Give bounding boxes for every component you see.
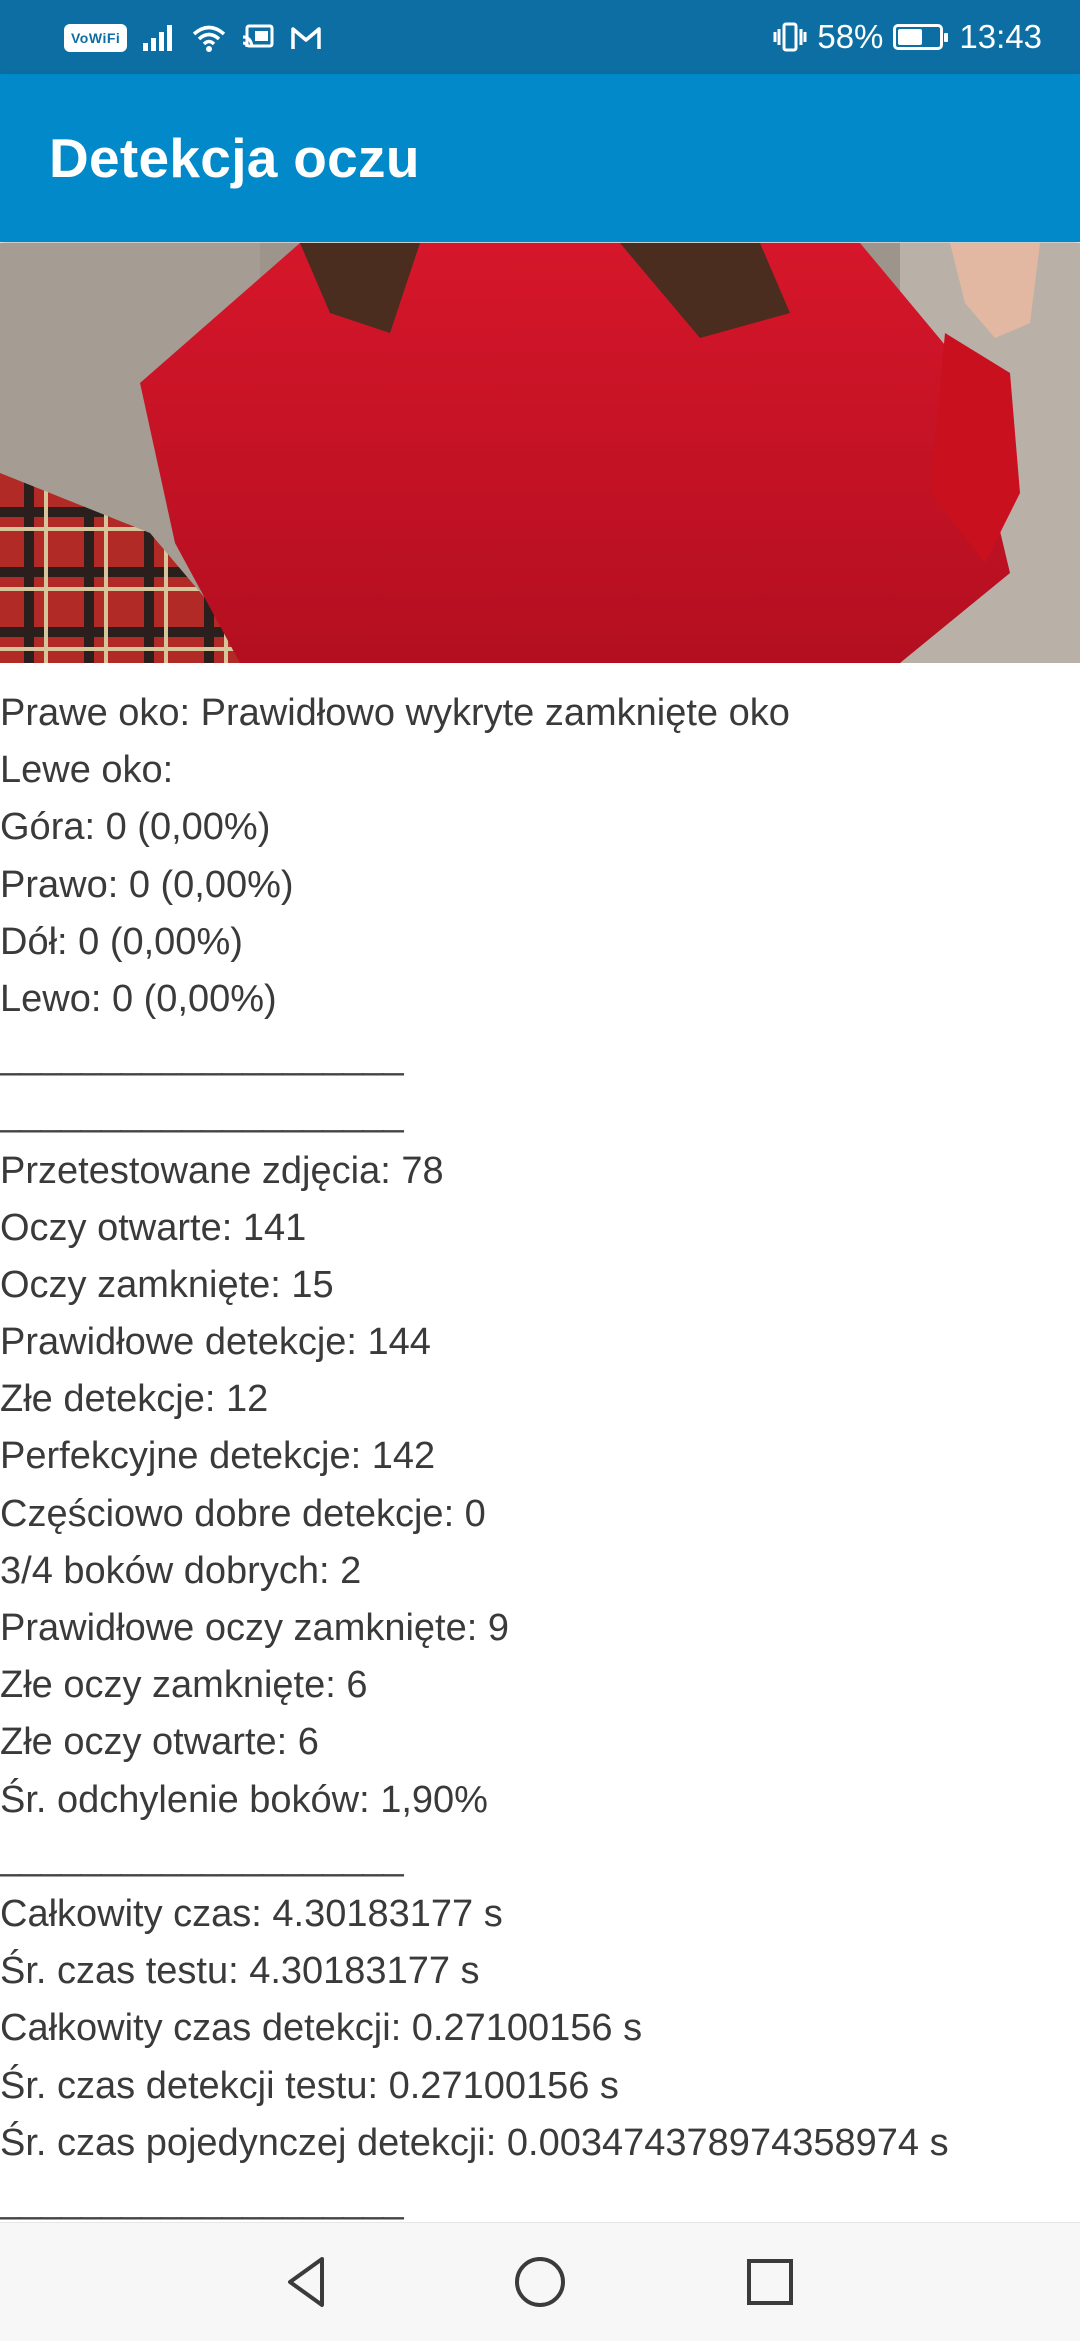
photo-image bbox=[0, 243, 1080, 663]
back-icon[interactable] bbox=[276, 2249, 342, 2315]
result-line: 3/4 boków dobrych: 2 bbox=[0, 1549, 362, 1592]
result-line: Złe oczy zamknięte: 6 bbox=[0, 1664, 368, 1707]
result-line: Śr. czas detekcji testu: 0.27100156 s bbox=[0, 2064, 619, 2107]
battery-icon bbox=[893, 24, 949, 50]
result-line: Prawidłowe oczy zamknięte: 9 bbox=[0, 1607, 509, 1649]
signal-icon bbox=[143, 25, 173, 51]
photo-illustration bbox=[0, 243, 1080, 663]
result-line: Złe detekcje: 12 bbox=[0, 1378, 269, 1421]
separator-line: ____________________ bbox=[0, 1035, 404, 1078]
result-line: Prawe oko: Prawidłowo wykryte zamknięte … bbox=[0, 692, 790, 734]
result-line: Lewe oko: bbox=[0, 749, 174, 792]
result-line: Całkowity czas: 4.30183177 s bbox=[0, 1892, 503, 1935]
result-line: Dół: 0 (0,00%) bbox=[0, 920, 243, 963]
separator-line: ____________________ bbox=[0, 2178, 404, 2221]
status-bar: VoWiFi 58% 13:43 bbox=[0, 0, 1080, 74]
separator-line: ____________________ bbox=[0, 1092, 404, 1135]
result-line: Śr. odchylenie boków: 1,90% bbox=[0, 1778, 488, 1821]
cast-icon bbox=[243, 24, 274, 48]
result-line: Całkowity czas detekcji: 0.27100156 s bbox=[0, 2007, 643, 2050]
result-line: Oczy otwarte: 141 bbox=[0, 1206, 307, 1249]
home-icon[interactable] bbox=[507, 2249, 573, 2315]
page-title: Detekcja oczu bbox=[49, 127, 420, 189]
battery-percent: 58% bbox=[817, 18, 884, 55]
result-line: Śr. czas pojedynczej detekcji: 0.0034743… bbox=[0, 2121, 949, 2164]
status-right-icons: 58% 13:43 bbox=[773, 0, 1042, 74]
result-line: Prawo: 0 (0,00%) bbox=[0, 863, 294, 906]
result-line: Lewo: 0 (0,00%) bbox=[0, 977, 277, 1020]
gmail-icon bbox=[291, 27, 322, 49]
result-line: Przetestowane zdjęcia: 78 bbox=[0, 1149, 444, 1192]
vowifi-icon: VoWiFi bbox=[64, 24, 128, 52]
result-line: Złe oczy otwarte: 6 bbox=[0, 1721, 319, 1764]
vibrate-icon bbox=[773, 22, 807, 52]
app-bar: Detekcja oczu bbox=[0, 74, 1080, 242]
results-text: Prawe oko: Prawidłowo wykryte zamknięte … bbox=[0, 685, 1080, 2229]
recents-icon[interactable] bbox=[737, 2249, 803, 2315]
result-line: Góra: 0 (0,00%) bbox=[0, 806, 271, 849]
result-line: Śr. czas testu: 4.30183177 s bbox=[0, 1950, 480, 1993]
result-line: Oczy zamknięte: 15 bbox=[0, 1263, 334, 1306]
wifi-icon bbox=[193, 25, 226, 52]
result-line: Prawidłowe detekcje: 144 bbox=[0, 1321, 431, 1364]
status-left-icons: VoWiFi bbox=[64, 18, 323, 58]
result-line: Perfekcyjne detekcje: 142 bbox=[0, 1435, 436, 1478]
navigation-bar bbox=[0, 2222, 1080, 2341]
result-line: Częściowo dobre detekcje: 0 bbox=[0, 1492, 486, 1535]
separator-line: ____________________ bbox=[0, 1835, 404, 1878]
clock: 13:43 bbox=[959, 18, 1042, 55]
